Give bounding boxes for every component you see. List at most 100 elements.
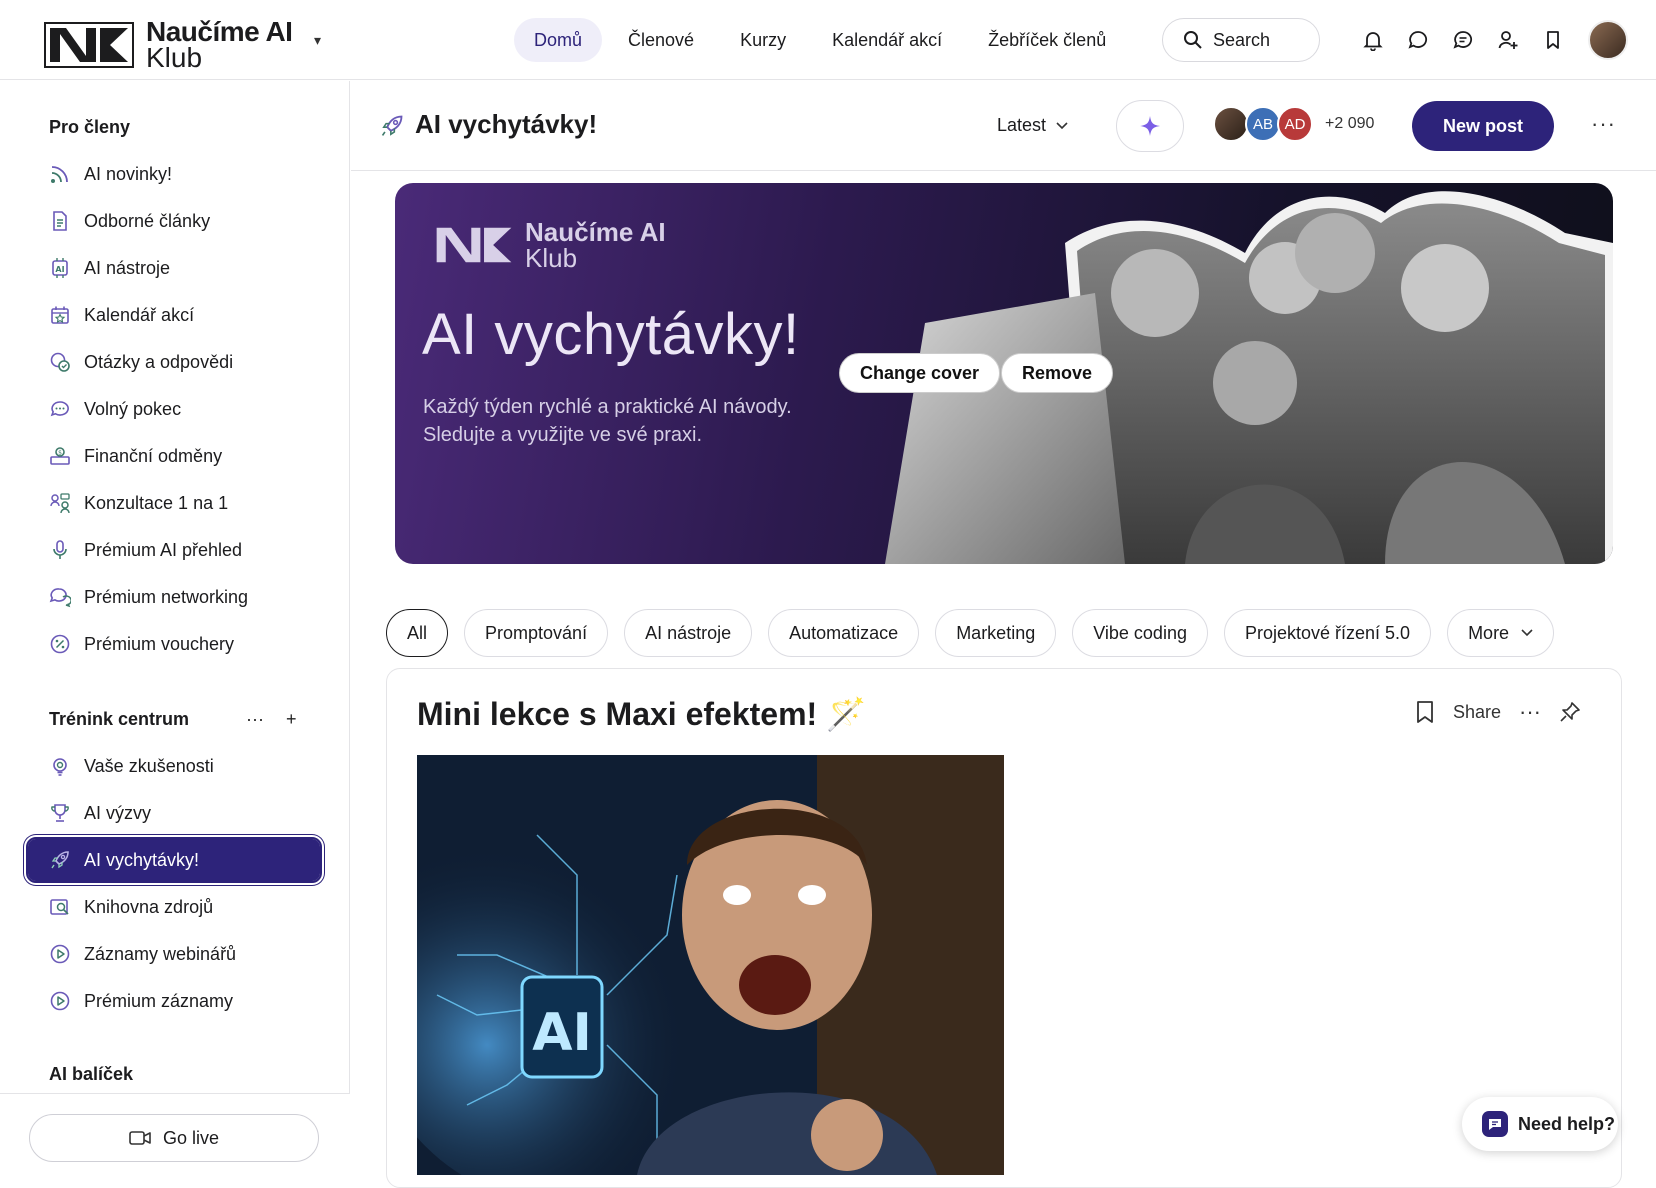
sidebar-item-odborne-clanky[interactable]: Odborné články bbox=[28, 200, 320, 242]
sidebar-item-label: Prémium vouchery bbox=[84, 633, 235, 654]
golive-footer: Go live bbox=[0, 1093, 350, 1169]
question-answer-icon bbox=[48, 350, 72, 374]
sidebar-item-volny-pokec[interactable]: Volný pokec bbox=[28, 388, 320, 430]
cover-title: AI vychytávky! bbox=[422, 302, 800, 367]
messages-chat-icon[interactable] bbox=[1395, 24, 1440, 56]
add-member-icon[interactable] bbox=[1485, 24, 1530, 56]
sort-label: Latest bbox=[997, 115, 1047, 135]
nav-home[interactable]: Domů bbox=[514, 18, 603, 62]
post-actions: Share ··· bbox=[1397, 699, 1581, 725]
nav-events[interactable]: Kalendář akcí bbox=[812, 18, 962, 62]
svg-text:AI: AI bbox=[55, 265, 64, 274]
search-label: Search bbox=[1213, 29, 1271, 50]
sidebar-item-ai-novinky[interactable]: AI novinky! bbox=[28, 153, 320, 195]
nav-members[interactable]: Členové bbox=[608, 18, 714, 62]
sidebar-item-label: Prémium AI přehled bbox=[84, 539, 243, 560]
post-more-button[interactable]: ··· bbox=[1519, 699, 1541, 725]
space-header: AI vychytávky! Latest AB AD +2 090 New p… bbox=[351, 81, 1656, 171]
post-card[interactable]: Mini lekce s Maxi efektem! 🪄 Share ··· A… bbox=[386, 668, 1622, 1188]
remove-cover-button[interactable]: Remove bbox=[1001, 353, 1114, 393]
rocket-icon bbox=[379, 113, 405, 144]
ai-sparkle-button[interactable] bbox=[1116, 100, 1184, 152]
filter-more-dropdown[interactable]: More bbox=[1447, 609, 1555, 657]
filter-more-label: More bbox=[1468, 622, 1510, 643]
cover-subtitle: Každý týden rychlé a praktické AI návody… bbox=[423, 393, 843, 449]
post-image-ai-label: AI bbox=[532, 1003, 592, 1063]
filter-vibe-coding[interactable]: Vibe coding bbox=[1072, 609, 1208, 657]
sidebar: Pro členy AI novinky! Odborné články AI … bbox=[0, 81, 350, 1169]
filter-ai-nastroje[interactable]: AI nástroje bbox=[624, 609, 753, 657]
nav-leaderboard[interactable]: Žebříček členů bbox=[968, 18, 1126, 62]
sidebar-item-label: Knihovna zdrojů bbox=[84, 896, 214, 917]
sidebar-item-konzultace[interactable]: Konzultace 1 na 1 bbox=[28, 482, 320, 524]
cover-subtitle-line2: Sledujte a využijte ve své praxi. bbox=[423, 424, 703, 446]
bookmarks-icon[interactable] bbox=[1530, 24, 1575, 56]
nav-courses[interactable]: Kurzy bbox=[720, 18, 806, 62]
lightbulb-gear-icon bbox=[48, 754, 72, 778]
chat-threads-icon[interactable] bbox=[1440, 24, 1485, 56]
brand-switcher-chevron-icon[interactable]: ▾ bbox=[314, 32, 321, 49]
calendar-star-icon bbox=[48, 303, 72, 327]
main-nav: Domů Členové Kurzy Kalendář akcí Žebříče… bbox=[514, 18, 1132, 62]
new-post-button[interactable]: New post bbox=[1412, 101, 1554, 151]
sidebar-item-label: Prémium networking bbox=[84, 586, 249, 607]
filter-all[interactable]: All bbox=[386, 609, 449, 657]
cover-banner: Naučíme AI Klub AI vychytávky! Každý týd… bbox=[395, 183, 1613, 564]
logo-mark-icon bbox=[436, 227, 512, 263]
section-actions: ··· + bbox=[246, 709, 319, 730]
logo-mark-icon bbox=[44, 22, 134, 68]
filter-automatizace[interactable]: Automatizace bbox=[768, 609, 920, 657]
sidebar-item-label: Finanční odměny bbox=[84, 445, 223, 466]
sidebar-item-premium-ai-prehled[interactable]: Prémium AI přehled bbox=[28, 529, 320, 571]
sidebar-item-ai-nastroje[interactable]: AI AI nástroje bbox=[28, 247, 320, 289]
sidebar-item-premium-zaznamy[interactable]: Prémium záznamy bbox=[28, 980, 320, 1022]
bookmark-icon[interactable] bbox=[1415, 700, 1435, 724]
change-cover-button[interactable]: Change cover bbox=[839, 353, 1001, 393]
header-more-button[interactable]: ··· bbox=[1591, 111, 1616, 137]
search-icon bbox=[1184, 31, 1202, 49]
section-add-button[interactable]: + bbox=[286, 709, 297, 730]
sidebar-item-ai-vyzvy[interactable]: AI výzvy bbox=[28, 792, 320, 834]
member-avatar-ab: AB bbox=[1245, 106, 1281, 142]
sidebar-item-premium-networking[interactable]: Prémium networking bbox=[28, 576, 320, 618]
chevron-down-icon bbox=[1056, 121, 1068, 129]
section-more-button[interactable]: ··· bbox=[246, 709, 264, 730]
sidebar-item-financni-odmeny[interactable]: $ Finanční odměny bbox=[28, 435, 320, 477]
member-count: +2 090 bbox=[1325, 115, 1375, 132]
sidebar-item-label: AI výzvy bbox=[84, 802, 152, 823]
user-avatar[interactable] bbox=[1588, 20, 1628, 60]
members-stack[interactable]: AB AD +2 090 bbox=[1213, 106, 1374, 142]
sidebar-item-vase-zkusenosti[interactable]: Vaše zkušenosti bbox=[28, 745, 320, 787]
post-title[interactable]: Mini lekce s Maxi efektem! 🪄 bbox=[417, 695, 866, 733]
sidebar-item-otazky-a-odpovedi[interactable]: Otázky a odpovědi bbox=[28, 341, 320, 383]
sidebar-item-knihovna-zdroju[interactable]: Knihovna zdrojů bbox=[28, 886, 320, 928]
section-title-ai-balicek: AI balíček bbox=[49, 1064, 134, 1084]
chat-bubble-icon bbox=[48, 397, 72, 421]
sidebar-item-zaznamy-webinaru[interactable]: Záznamy webinářů bbox=[28, 933, 320, 975]
member-avatar-ad: AD bbox=[1277, 106, 1313, 142]
ai-chip-icon: AI bbox=[48, 256, 72, 280]
need-help-button[interactable]: Need help? bbox=[1462, 1097, 1618, 1151]
library-search-icon bbox=[48, 895, 72, 919]
brand-logo[interactable]: Naučíme AI Klub bbox=[44, 18, 293, 73]
filter-marketing[interactable]: Marketing bbox=[935, 609, 1057, 657]
filter-projektove-rizeni[interactable]: Projektové řízení 5.0 bbox=[1223, 609, 1432, 657]
sidebar-item-kalendar-akci[interactable]: Kalendář akcí bbox=[28, 294, 320, 336]
section-title-pro-cleny: Pro členy bbox=[49, 117, 131, 137]
sidebar-item-label: Volný pokec bbox=[84, 398, 182, 419]
sidebar-item-premium-vouchery[interactable]: Prémium vouchery bbox=[28, 623, 320, 665]
brand-sub: Klub bbox=[146, 42, 203, 73]
go-live-button[interactable]: Go live bbox=[29, 1114, 319, 1162]
rocket-icon bbox=[48, 848, 72, 872]
share-button[interactable]: Share bbox=[1453, 702, 1501, 723]
sidebar-item-label: AI nástroje bbox=[84, 257, 171, 278]
sort-dropdown[interactable]: Latest bbox=[997, 115, 1068, 136]
pin-icon[interactable] bbox=[1559, 701, 1581, 723]
filter-promptovani[interactable]: Promptování bbox=[464, 609, 609, 657]
post-image[interactable]: AI bbox=[417, 755, 1004, 1175]
sidebar-item-label: Konzultace 1 na 1 bbox=[84, 492, 229, 513]
sidebar-item-ai-vychytavky[interactable]: AI vychytávky! bbox=[26, 837, 322, 883]
search-button[interactable]: Search bbox=[1162, 18, 1320, 62]
notifications-bell-icon[interactable] bbox=[1350, 24, 1395, 56]
sidebar-item-label: Otázky a odpovědi bbox=[84, 351, 234, 372]
